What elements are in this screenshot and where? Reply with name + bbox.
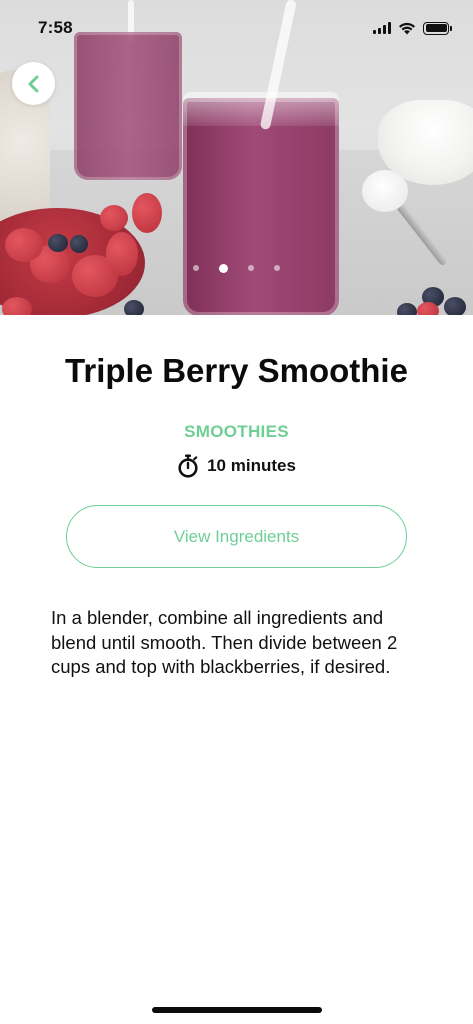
carousel-dot-active[interactable] bbox=[219, 263, 228, 273]
hero-blueberry bbox=[70, 235, 88, 253]
hero-blueberry bbox=[444, 297, 466, 315]
status-bar: 7:58 bbox=[0, 0, 473, 56]
recipe-duration-text: 10 minutes bbox=[207, 456, 296, 475]
hero-raspberry bbox=[417, 302, 439, 315]
battery-icon bbox=[423, 21, 452, 35]
recipe-category: SMOOTHIES bbox=[184, 422, 289, 441]
hero-blueberry bbox=[48, 234, 68, 252]
back-button[interactable] bbox=[12, 62, 55, 105]
hero-blueberry bbox=[397, 303, 417, 315]
carousel-dot[interactable] bbox=[248, 265, 254, 271]
hero-raspberry bbox=[2, 297, 32, 315]
recipe-title: Triple Berry Smoothie bbox=[65, 352, 408, 389]
stopwatch-icon bbox=[178, 454, 198, 478]
view-ingredients-button[interactable]: View Ingredients bbox=[66, 505, 407, 568]
status-time: 7:58 bbox=[38, 18, 73, 37]
hero-raspberry bbox=[100, 205, 128, 231]
home-indicator[interactable] bbox=[152, 1007, 322, 1013]
cellular-signal-icon bbox=[373, 22, 391, 34]
carousel-dot[interactable] bbox=[274, 265, 280, 271]
carousel-dot[interactable] bbox=[193, 265, 199, 271]
recipe-duration: 10 minutes bbox=[0, 454, 473, 478]
hero-glass-front bbox=[183, 92, 339, 315]
hero-raspberry bbox=[132, 193, 162, 233]
wifi-icon bbox=[399, 22, 415, 34]
hero-blueberry bbox=[124, 300, 144, 315]
status-icons bbox=[373, 21, 452, 35]
recipe-instructions: In a blender, combine all ingredients an… bbox=[51, 607, 398, 677]
hero-raspberry bbox=[5, 228, 43, 262]
recipe-detail-screen: 7:58 Triple Berry Smoothie SMOOTHIES 10 … bbox=[0, 0, 473, 1024]
chevron-left-icon bbox=[28, 75, 38, 92]
carousel-page-indicator[interactable] bbox=[0, 263, 473, 273]
hero-spoon-head bbox=[362, 170, 408, 212]
